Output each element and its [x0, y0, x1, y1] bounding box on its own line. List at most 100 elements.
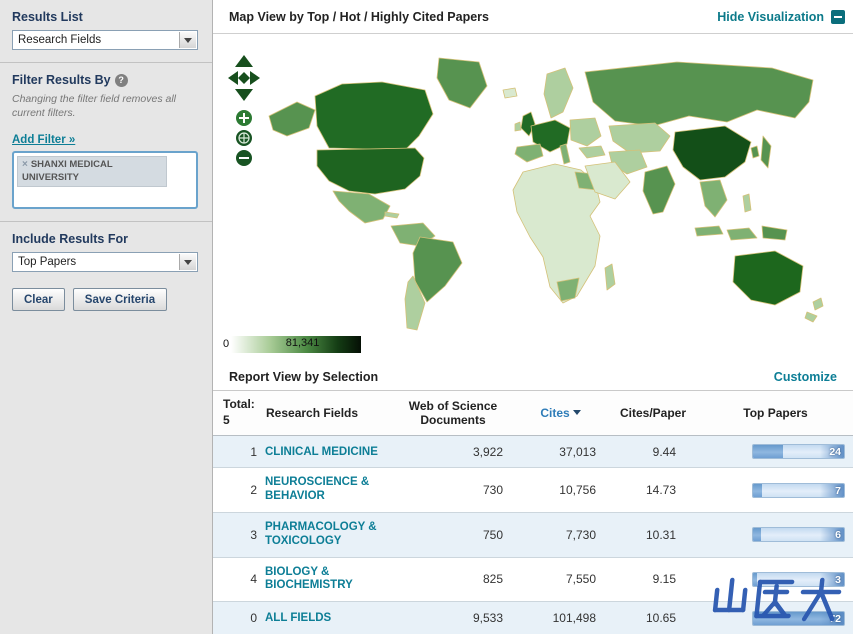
cites-cell: 37,013	[513, 434, 608, 468]
col-header-cites[interactable]: Cites	[513, 391, 608, 436]
top-papers-bar: 6	[752, 527, 845, 543]
report-title: Report View by Selection	[229, 369, 379, 384]
cites-per-paper-cell: 9.44	[608, 434, 698, 468]
legend-gradient-bar: 81,341	[231, 335, 362, 353]
legend-min-label: 0	[223, 338, 230, 351]
field-link[interactable]: BIOLOGY & BIOCHEMISTRY	[265, 566, 391, 594]
map-region-north-america[interactable]	[268, 57, 488, 224]
map-visualization: 0 81,341	[213, 34, 853, 363]
chevron-down-icon	[179, 32, 196, 48]
main-panel: Map View by Top / Hot / Highly Cited Pap…	[213, 0, 853, 634]
hide-visualization-control[interactable]: Hide Visualization	[717, 9, 845, 24]
total-count: 5	[223, 413, 230, 428]
top-papers-bar: 72	[752, 610, 845, 626]
include-results-select[interactable]: Top Papers	[12, 252, 198, 273]
cites-per-paper-cell: 10.31	[608, 512, 698, 558]
report-table: Total: 5 Research Fields Web of Science …	[213, 391, 853, 634]
pan-left-button[interactable]	[228, 71, 238, 86]
docs-cell: 825	[393, 556, 513, 602]
cites-cell: 101,498	[513, 601, 608, 634]
results-list-select[interactable]: Research Fields	[12, 30, 198, 50]
results-list-heading: Results List	[12, 10, 83, 24]
map-region-south-america[interactable]	[390, 222, 463, 331]
cites-label: Cites	[540, 406, 570, 421]
add-filter-link[interactable]: Add Filter »	[12, 134, 75, 146]
top-papers-value: 3	[835, 573, 841, 586]
col-header-top-papers[interactable]: Top Papers	[698, 391, 853, 436]
cites-cell: 7,730	[513, 512, 608, 558]
filter-item[interactable]: × SHANXI MEDICAL UNIVERSITY	[17, 156, 167, 187]
docs-cell: 9,533	[393, 601, 513, 634]
zoom-out-button[interactable]	[236, 150, 252, 167]
filter-note: Changing the filter field removes all cu…	[12, 93, 177, 119]
pan-down-button[interactable]	[235, 89, 253, 102]
rank-cell: 4	[213, 556, 263, 602]
cites-cell: 7,550	[513, 556, 608, 602]
docs-cell: 3,922	[393, 434, 513, 468]
sidebar: Results List Research Fields Filter Resu…	[0, 0, 213, 634]
map-legend: 0 81,341	[223, 335, 362, 353]
map-region-oceania[interactable]	[732, 225, 824, 323]
table-header-row: Total: 5 Research Fields Web of Science …	[213, 391, 853, 436]
field-link[interactable]: NEUROSCIENCE & BEHAVIOR	[265, 476, 391, 504]
esi-app: Results List Research Fields Filter Resu…	[0, 0, 853, 634]
hide-visualization-link[interactable]: Hide Visualization	[717, 10, 824, 24]
sidebar-buttons: Clear Save Criteria	[12, 288, 200, 312]
map-panel-title: Map View by Top / Hot / Highly Cited Pap…	[229, 9, 489, 24]
remove-filter-icon[interactable]: ×	[22, 159, 28, 170]
results-list-selected-value: Research Fields	[18, 34, 102, 46]
cites-cell: 10,756	[513, 467, 608, 513]
top-papers-bar: 7	[752, 482, 845, 498]
map-region-asia[interactable]	[578, 61, 814, 241]
chevron-down-icon	[179, 254, 196, 271]
zoom-in-button[interactable]	[236, 110, 252, 127]
table-row: 1 CLINICAL MEDICINE 3,922 37,013 9.44 24	[213, 434, 853, 468]
cites-per-paper-cell: 9.15	[608, 556, 698, 602]
help-icon[interactable]: ?	[114, 74, 128, 87]
cites-per-paper-cell: 10.65	[608, 601, 698, 634]
table-row: 3 PHARMACOLOGY & TOXICOLOGY 750 7,730 10…	[213, 512, 853, 558]
sidebar-divider	[0, 221, 212, 223]
sort-desc-icon	[572, 410, 581, 416]
collapse-minus-icon[interactable]	[831, 9, 845, 24]
col-header-documents[interactable]: Web of Science Documents	[393, 391, 513, 436]
report-header: Report View by Selection Customize	[213, 363, 853, 392]
include-results-selected-value: Top Papers	[18, 256, 77, 269]
total-label: Total:	[223, 397, 255, 412]
top-papers-bar: 3	[752, 571, 845, 587]
clear-button[interactable]: Clear	[12, 288, 65, 312]
pan-center-button[interactable]	[238, 72, 250, 85]
cites-per-paper-cell: 14.73	[608, 467, 698, 513]
top-papers-value: 7	[835, 484, 841, 497]
zoom-world-button[interactable]	[236, 130, 252, 147]
filter-list[interactable]: × SHANXI MEDICAL UNIVERSITY	[12, 151, 198, 210]
docs-cell: 730	[393, 467, 513, 513]
col-header-cites-per-paper[interactable]: Cites/Paper	[608, 391, 698, 436]
top-papers-bar: 24	[752, 444, 845, 460]
total-header: Total: 5	[213, 391, 263, 436]
map-controls	[228, 55, 260, 167]
field-link[interactable]: ALL FIELDS	[265, 612, 331, 626]
world-map[interactable]	[257, 44, 853, 336]
filter-results-label: Filter Results By	[12, 73, 111, 87]
customize-link[interactable]: Customize	[774, 370, 837, 384]
table-row: 2 NEUROSCIENCE & BEHAVIOR 730 10,756 14.…	[213, 467, 853, 513]
pan-up-button[interactable]	[235, 55, 253, 68]
map-header: Map View by Top / Hot / Highly Cited Pap…	[213, 0, 853, 35]
sidebar-divider	[0, 62, 212, 63]
top-papers-value: 72	[829, 612, 841, 625]
top-papers-value: 6	[835, 529, 841, 542]
col-header-research-fields[interactable]: Research Fields	[263, 391, 393, 436]
rank-cell: 0	[213, 601, 263, 634]
top-papers-value: 24	[829, 446, 841, 459]
field-link[interactable]: PHARMACOLOGY & TOXICOLOGY	[265, 521, 391, 549]
field-link[interactable]: CLINICAL MEDICINE	[265, 446, 378, 460]
filter-results-heading: Filter Results By?	[12, 73, 200, 87]
rank-cell: 1	[213, 434, 263, 468]
include-results-heading: Include Results For	[12, 232, 128, 247]
save-criteria-button[interactable]: Save Criteria	[72, 288, 168, 312]
rank-cell: 3	[213, 512, 263, 558]
docs-cell: 750	[393, 512, 513, 558]
filter-item-label: SHANXI MEDICAL UNIVERSITY	[22, 159, 113, 183]
rank-cell: 2	[213, 467, 263, 513]
